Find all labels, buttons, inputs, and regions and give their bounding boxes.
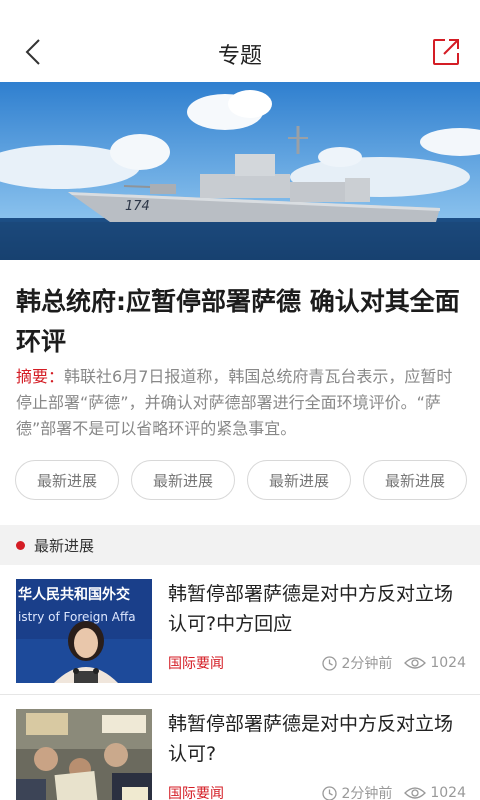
clock-icon [322, 785, 338, 800]
news-thumbnail [16, 709, 152, 800]
chip-latest-2[interactable]: 最新进展 [131, 460, 235, 500]
hero-image[interactable]: 174 [0, 82, 480, 260]
share-edit-icon [433, 39, 459, 65]
news-time: 2分钟前 [341, 786, 393, 800]
share-button[interactable] [430, 36, 462, 68]
news-views: 1024 [430, 785, 466, 800]
news-category[interactable]: 国际要闻 [168, 653, 224, 673]
warship-photo: 174 [0, 82, 480, 260]
news-category[interactable]: 国际要闻 [168, 783, 224, 800]
chip-latest-1[interactable]: 最新进展 [15, 460, 119, 500]
section-label: 最新进展 [34, 536, 95, 555]
clock-icon [322, 655, 338, 671]
ship-hull-number: 174 [125, 199, 150, 214]
section-header: 最新进展 [0, 525, 480, 565]
summary-text: 韩联社6月7日报道称，韩国总统府青瓦台表示，应暂时停止部署“萨德”，并确认对萨德… [16, 367, 453, 438]
news-meta: 2分钟前 1024 [322, 783, 466, 800]
news-thumbnail: 华人民共和国外交 istry of Foreign Affa [16, 579, 152, 683]
news-title: 韩暂停部署萨德是对中方反对立场认可?中方回应 [168, 583, 454, 635]
thumb-caption-line1: 华人民共和国外交 [18, 586, 130, 603]
eye-icon [404, 657, 427, 669]
news-item[interactable]: 华人民共和国外交 istry of Foreign Affa 韩暂停部署萨德是对… [0, 565, 480, 693]
news-title: 韩暂停部署萨德是对中方反对立场认可? [168, 713, 454, 765]
news-time: 2分钟前 [341, 656, 393, 672]
eye-icon [404, 787, 427, 799]
thumb-caption-line2: istry of Foreign Affa [18, 610, 136, 624]
news-item[interactable]: 韩暂停部署萨德是对中方反对立场认可? 国际要闻 2分钟前 1024 [0, 695, 480, 800]
article-summary: 摘要：韩联社6月7日报道称，韩国总统府青瓦台表示，应暂时停止部署“萨德”，并确认… [16, 364, 468, 442]
page-title: 专题 [217, 44, 262, 69]
top-bar: 专题 [0, 0, 480, 82]
red-dot-icon [16, 540, 25, 550]
news-views: 1024 [430, 655, 466, 671]
article-headline: 韩总统府:应暂停部署萨德 确认对其全面环评 [16, 287, 460, 356]
news-meta: 2分钟前 1024 [322, 653, 466, 673]
chip-latest-4[interactable]: 最新进展 [363, 460, 467, 500]
topic-chips: 最新进展 最新进展 最新进展 最新进展 [15, 460, 467, 500]
summary-tag: 摘要： [16, 367, 65, 386]
chip-latest-3[interactable]: 最新进展 [247, 460, 351, 500]
